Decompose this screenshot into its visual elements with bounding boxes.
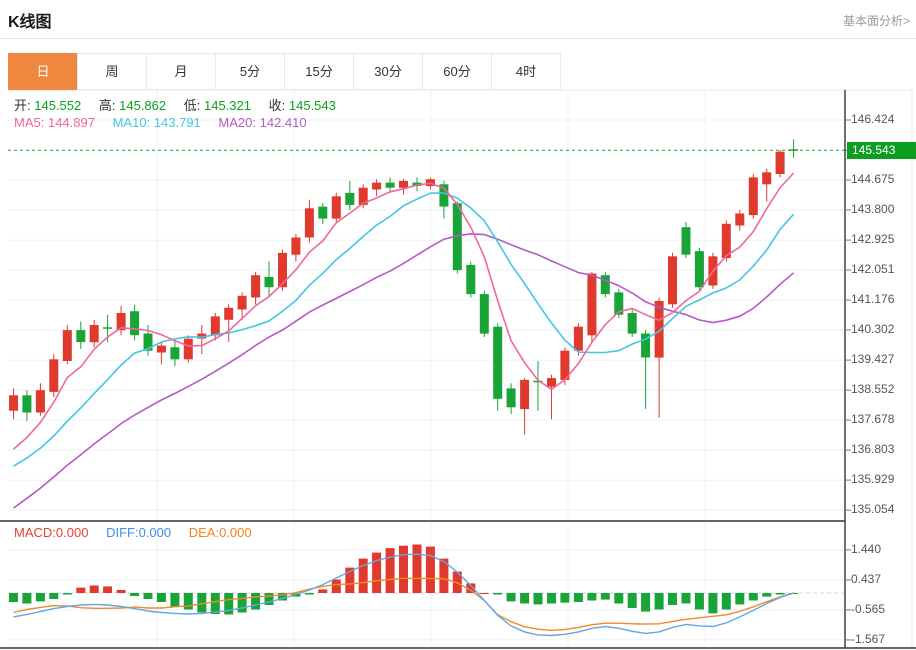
tab-4hour[interactable]: 4时 <box>491 53 561 90</box>
price-tick-label: 141.176 <box>851 292 895 306</box>
macd-value: 0.000 <box>55 525 89 540</box>
high-label: 高: <box>98 98 116 113</box>
ma10-value: 143.791 <box>153 115 201 130</box>
price-tick-label: 140.302 <box>851 322 895 336</box>
period-tab-bar: 日周月 5分 15分 30分 60分 4时 <box>8 53 561 90</box>
close-label: 收: <box>268 98 286 113</box>
ohlc-row: 开: 145.552 高: 145.862 低: 145.321 收: 145.… <box>14 95 350 114</box>
macd-label: MACD: <box>14 525 56 540</box>
price-tick-label: 146.424 <box>851 112 895 126</box>
macd-tick-label: 0.437 <box>851 572 882 586</box>
current-price-badge: 145.543 <box>847 142 916 159</box>
open-label: 开: <box>14 98 31 113</box>
price-tick-label: 143.800 <box>851 202 895 216</box>
kline-widget: K线图 基本面分析> 日周月 5分 15分 30分 60分 4时 开: 145.552 高… <box>0 0 916 650</box>
dea-label: DEA: <box>188 525 220 540</box>
diff-value: 0.000 <box>138 525 172 540</box>
price-tick-label: 142.925 <box>851 232 895 246</box>
price-tick-label: 135.929 <box>851 472 895 486</box>
ma10-label: MA10: <box>112 115 151 130</box>
tab-60min[interactable]: 60分 <box>422 53 492 90</box>
tab-day[interactable]: 日 <box>8 53 78 90</box>
diff-label: DIFF: <box>106 525 139 540</box>
ma20-value: 142.410 <box>259 115 307 130</box>
high-value: 145.862 <box>119 98 167 113</box>
close-value: 145.543 <box>288 98 336 113</box>
macd-tick-label: 1.440 <box>851 542 882 556</box>
ma5-value: 144.897 <box>47 115 95 130</box>
tab-30min[interactable]: 30分 <box>353 53 423 90</box>
price-tick-label: 142.051 <box>851 262 895 276</box>
price-tick-label: 135.054 <box>851 502 895 516</box>
ma-row: MA5: 144.897 MA10: 143.791 MA20: 142.410 <box>14 115 321 130</box>
tab-5min[interactable]: 5分 <box>215 53 285 90</box>
price-tick-label: 137.678 <box>851 412 895 426</box>
tab-15min[interactable]: 15分 <box>284 53 354 90</box>
macd-indicator-row: MACD:0.000 DIFF:0.000 DEA:0.000 <box>14 525 266 540</box>
ma5-label: MA5: <box>14 115 45 130</box>
open-value: 145.552 <box>34 98 82 113</box>
low-label: 低: <box>183 98 201 113</box>
ma20-label: MA20: <box>218 115 256 130</box>
macd-tick-label: -1.567 <box>851 632 886 646</box>
price-tick-label: 138.552 <box>851 382 895 396</box>
low-value: 145.321 <box>204 98 251 113</box>
tab-week[interactable]: 周 <box>77 53 147 90</box>
price-tick-label: 144.675 <box>851 172 895 186</box>
tab-month[interactable]: 月 <box>146 53 216 90</box>
macd-tick-label: -0.565 <box>851 602 886 616</box>
price-tick-label: 136.803 <box>851 442 895 456</box>
price-tick-label: 139.427 <box>851 352 895 366</box>
dea-value: 0.000 <box>219 525 252 540</box>
